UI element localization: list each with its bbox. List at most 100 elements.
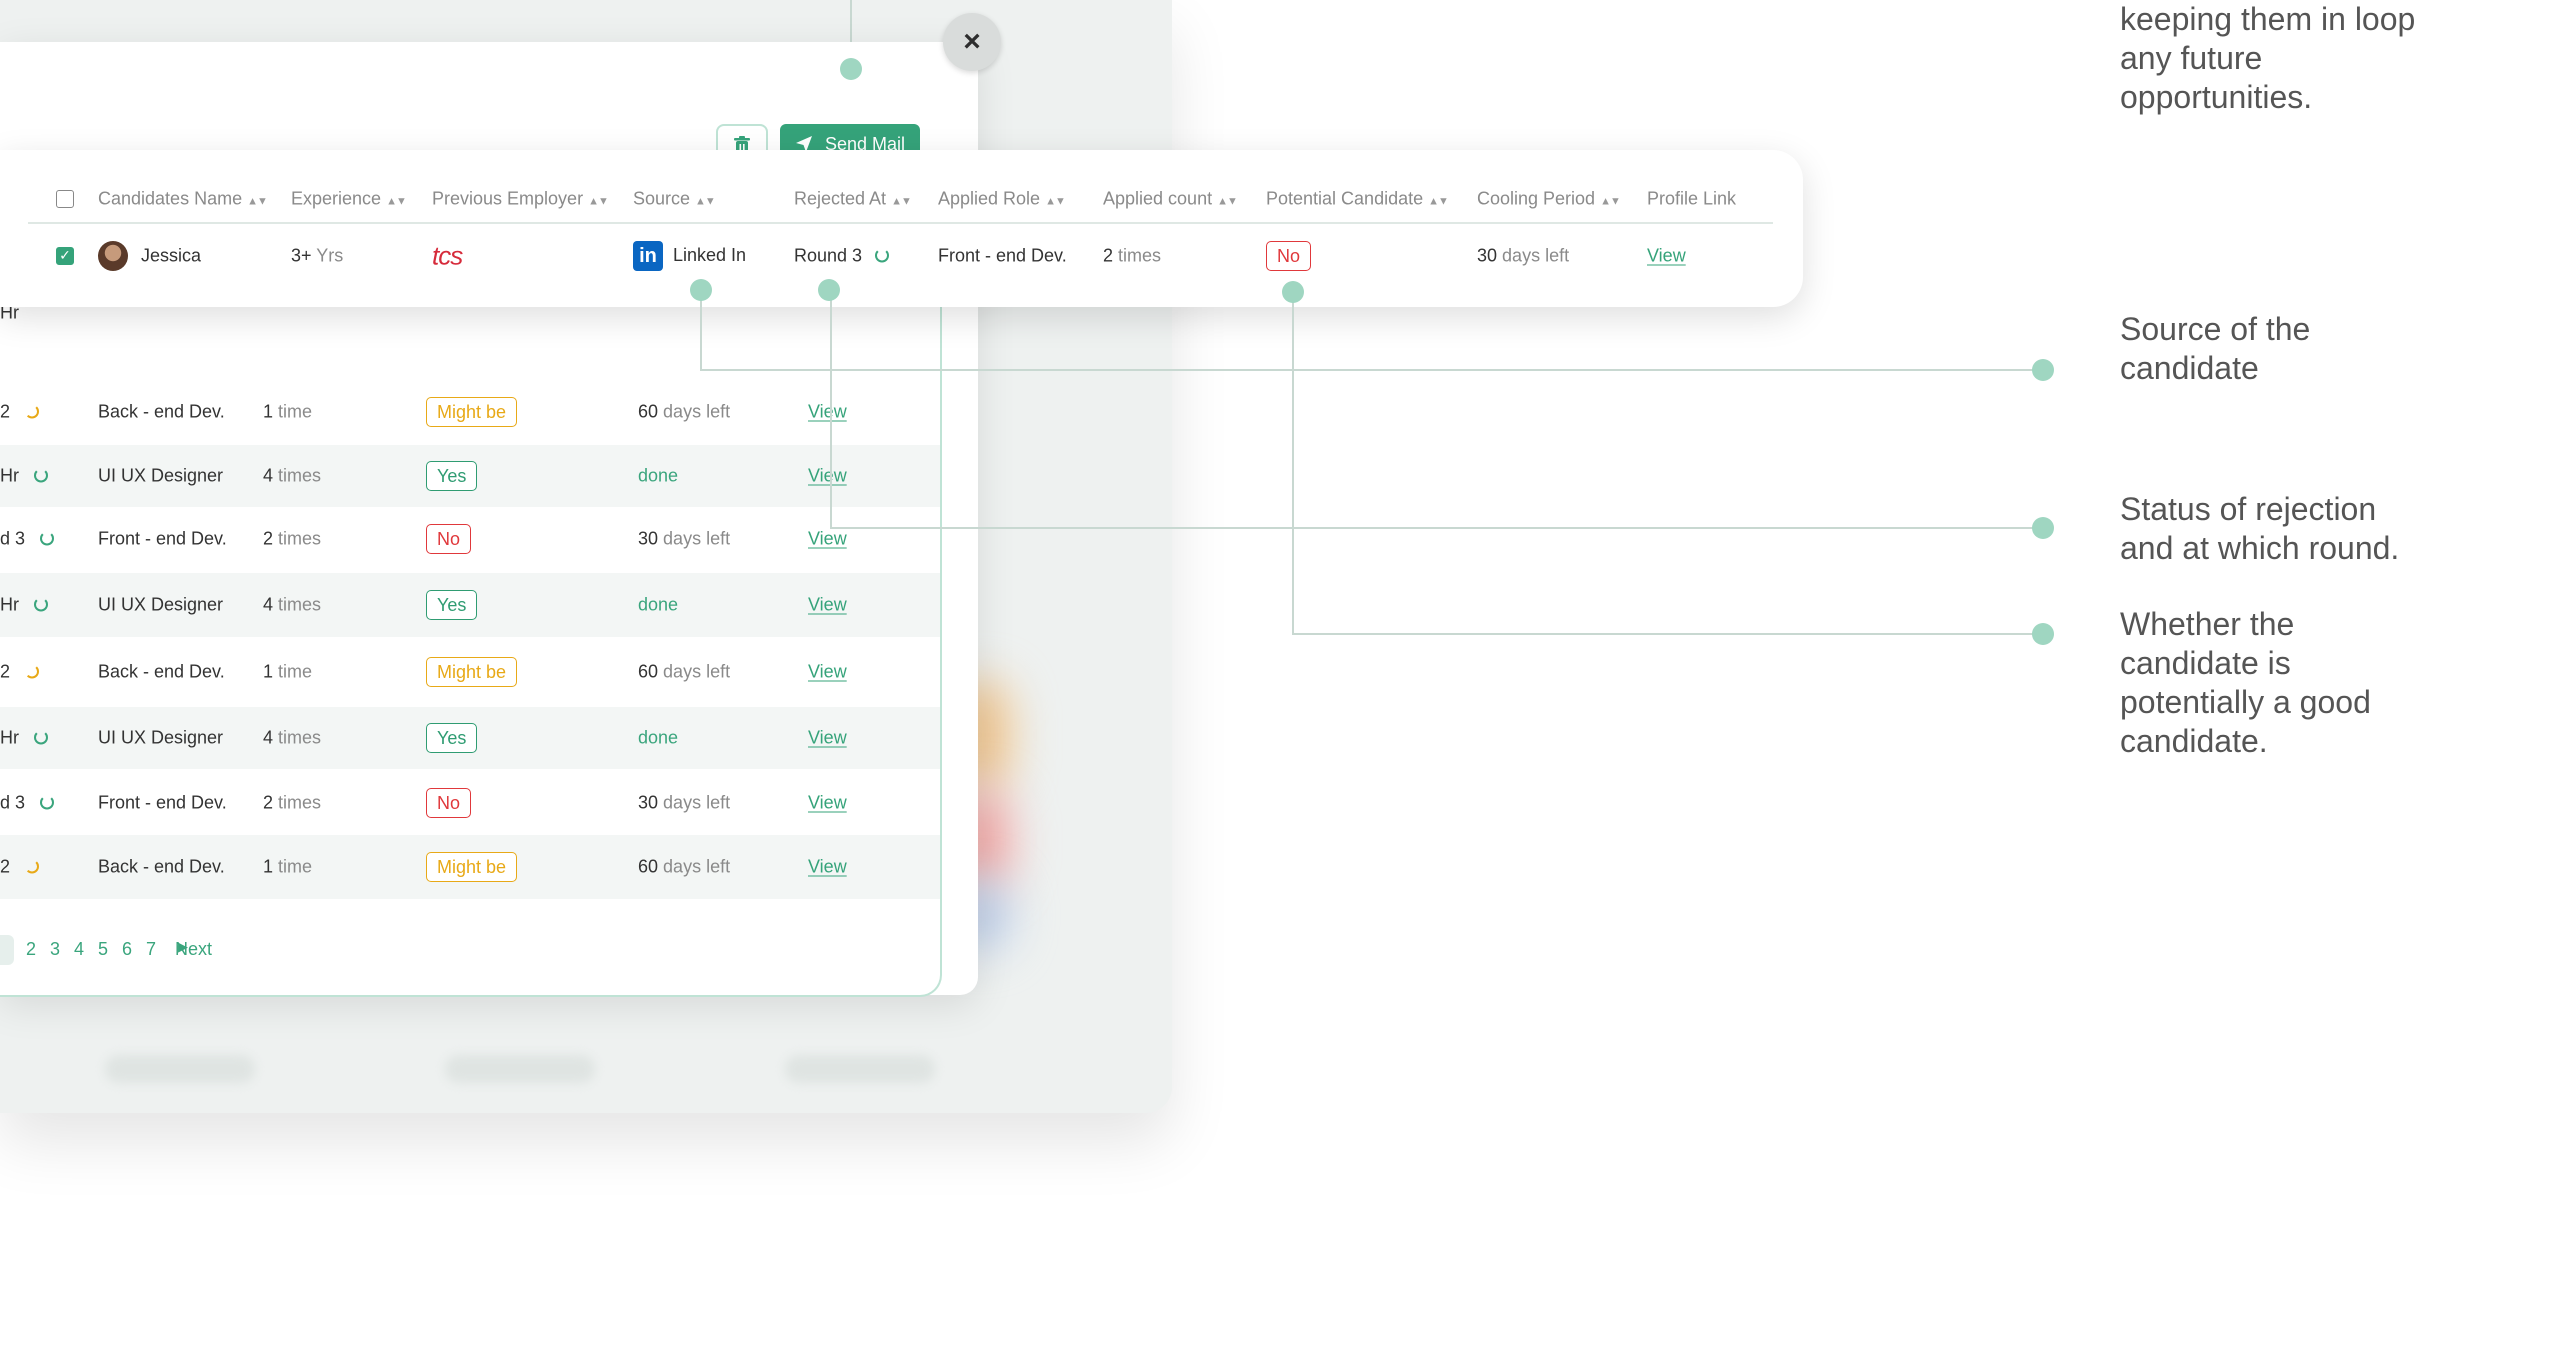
blurred-button [785,1055,935,1083]
page-current[interactable] [0,935,14,965]
table-header: Candidates Name ▲▼ Experience ▲▼ Previous … [0,182,1803,216]
profile-link[interactable]: View [808,529,847,550]
stage-label: d 3 [0,529,55,550]
column-header-role[interactable]: Applied Role ▲▼ [938,189,1066,210]
page-link[interactable]: 5 [98,939,108,960]
progress-ring-icon [40,795,55,810]
column-header-employer[interactable]: Previous Employer ▲▼ [432,189,609,210]
connector-line-potential [1292,633,2042,635]
connector-line-rejection [830,527,2042,529]
potential-badge: No [426,788,472,818]
applied-role: UI UX Designer [98,594,224,615]
rejected-at-value: Round 3 [794,246,890,267]
cooling-period: done [638,465,679,486]
table-row[interactable]: 2 Back - end Dev. 1 time Might be 60 days l… [0,640,940,704]
profile-link[interactable]: View [808,402,847,423]
avatar [98,241,128,271]
stage-label: 2 [0,402,40,423]
candidate-name: Jessica [141,245,202,266]
connector-line-source [700,290,702,370]
progress-ring-icon [875,248,890,263]
applied-count: 1 time [263,856,313,877]
select-all-checkbox[interactable] [56,190,74,208]
column-header-count[interactable]: Applied count ▲▼ [1103,189,1238,210]
cooling-period: 30 days left [638,792,731,813]
applied-role: Front - end Dev. [98,528,227,549]
callout-rejection: Status of rejection and at which round. [2120,491,2400,566]
table-row[interactable]: Hr UI UX Designer 4 times Yes done View [0,707,940,769]
profile-link[interactable]: View [808,466,847,487]
linkedin-icon: in [633,241,663,271]
table-row-selected[interactable]: ✓ Jessica 3+ Yrs tcs in Linked In Round 3… [0,230,1803,282]
potential-badge: Might be [426,397,518,427]
column-header-cooling[interactable]: Cooling Period ▲▼ [1477,189,1621,210]
page-link[interactable]: 4 [74,939,84,960]
highlighted-row-card: Candidates Name ▲▼ Experience ▲▼ Previous … [0,150,1803,307]
sort-icon: ▲▼ [1600,195,1621,208]
cooling-period: 60 days left [638,401,731,422]
progress-ring-icon [40,531,55,546]
sort-icon: ▲▼ [386,195,407,208]
connector-dot [2032,359,2054,381]
potential-badge: Might be [426,852,518,882]
applied-role: Front - end Dev. [938,245,1067,266]
potential-badge: Yes [426,590,478,620]
column-header-rejected-at[interactable]: Rejected At ▲▼ [794,189,912,210]
page-link[interactable]: 3 [50,939,60,960]
row-checkbox-checked[interactable]: ✓ [56,247,74,265]
sort-icon: ▲▼ [247,195,268,208]
applied-count: 2 times [1103,245,1162,266]
connector-dot [840,58,862,80]
applied-role: UI UX Designer [98,727,224,748]
applied-count: 1 time [263,401,313,422]
connector-line-source [700,369,2042,371]
table-row[interactable]: d 3 Front - end Dev. 2 times No 30 days lef… [0,772,940,834]
sort-icon: ▲▼ [1428,195,1449,208]
stage-label: Hr [0,595,49,616]
sort-icon: ▲▼ [1217,195,1238,208]
table-row[interactable]: 2 Back - end Dev. 1 time Might be 60 days l… [0,835,940,899]
cooling-period: done [638,727,679,748]
column-header-source[interactable]: Source ▲▼ [633,189,716,210]
connector-line-potential [1292,292,1294,635]
potential-badge: No [426,524,472,554]
potential-badge: Might be [426,657,518,687]
column-header-profile-link: Profile Link [1647,188,1737,209]
page-link[interactable]: 2 [26,939,36,960]
cooling-period: done [638,594,679,615]
cooling-period: 30 days left [638,528,731,549]
applied-role: Back - end Dev. [98,661,225,682]
profile-link[interactable]: View [1647,246,1686,267]
potential-badge: Yes [426,723,478,753]
column-header-experience[interactable]: Experience ▲▼ [291,189,407,210]
callout-source: Source of the candidate [2120,311,2311,386]
profile-link[interactable]: View [808,793,847,814]
sort-icon: ▲▼ [1045,195,1066,208]
profile-link[interactable]: View [808,857,847,878]
page-link[interactable]: 6 [122,939,132,960]
applied-count: 2 times [263,792,322,813]
sort-icon: ▲▼ [695,195,716,208]
table-row[interactable]: Hr UI UX Designer 4 times Yes done View [0,573,940,637]
table-row[interactable]: Hr UI UX Designer 4 times Yes done View [0,445,940,507]
connector-dot [1282,281,1304,303]
profile-link[interactable]: View [808,728,847,749]
close-icon: × [963,25,981,58]
source-value: in Linked In [633,241,746,271]
close-button[interactable]: × [943,13,1001,71]
profile-link[interactable]: View [808,595,847,616]
table-row[interactable]: 2 Back - end Dev. 1 time Might be 60 days l… [0,380,940,444]
employer-logo: tcs [432,240,463,271]
column-header-potential[interactable]: Potential Candidate ▲▼ [1266,189,1449,210]
applied-count: 4 times [263,727,322,748]
page-link[interactable]: 7 [146,939,156,960]
connector-dot [2032,623,2054,645]
profile-link[interactable]: View [808,662,847,683]
applied-role: Back - end Dev. [98,401,225,422]
connector-line-rejection [830,290,832,528]
column-header-name[interactable]: Candidates Name ▲▼ [98,189,268,210]
table-row[interactable]: d 3 Front - end Dev. 2 times No 30 days lef… [0,508,940,570]
callout-potential: Whether the candidate is potentially a g… [2120,606,2371,759]
applied-count: 1 time [263,661,313,682]
progress-ring-icon [34,730,49,745]
